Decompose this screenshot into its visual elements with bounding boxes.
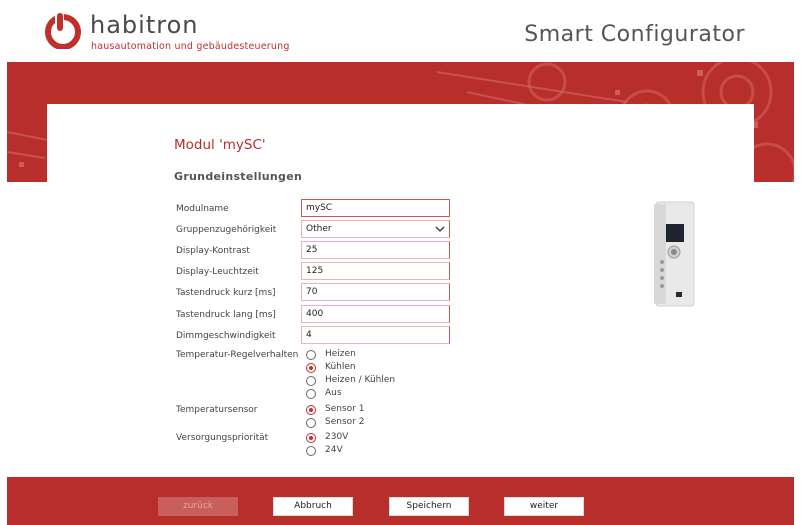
modulname-input[interactable]: mySC — [301, 199, 450, 217]
field-label-dimm: Dimmgeschwindigkeit — [176, 331, 276, 341]
radio-label: Sensor 1 — [325, 404, 365, 414]
next-button[interactable]: weiter — [504, 497, 584, 516]
back-button[interactable]: zurück — [158, 497, 238, 516]
field-label-temperatursensor: Temperatursensor — [176, 405, 258, 415]
radio-button[interactable] — [306, 376, 316, 386]
field-label-leuchtzeit: Display-Leuchtzeit — [176, 267, 259, 277]
section-title: Grundeinstellungen — [174, 170, 303, 183]
gruppe-select[interactable]: Other — [301, 220, 450, 238]
module-title: Modul 'mySC' — [174, 137, 266, 153]
field-label-regelverhalten: Temperatur-Regelverhalten — [176, 350, 299, 360]
brand-name: habitron — [90, 11, 199, 39]
radio-label: Sensor 2 — [325, 417, 365, 427]
gruppe-select-value: Other — [306, 224, 332, 234]
display-leuchtzeit-input[interactable]: 125 — [301, 262, 450, 280]
field-label-versorgung: Versorgungspriorität — [176, 433, 269, 443]
brand-tagline: hausautomation und gebäudesteuerung — [91, 41, 290, 52]
app-title: Smart Configurator — [524, 22, 745, 47]
display-kontrast-input[interactable]: 25 — [301, 241, 450, 259]
chevron-down-icon — [435, 226, 445, 232]
radio-label: 230V — [325, 432, 349, 442]
radio-label: Heizen / Kühlen — [325, 375, 396, 385]
radio-label: Kühlen — [325, 362, 356, 372]
radio-button[interactable] — [306, 350, 316, 360]
habitron-logo-icon — [45, 13, 81, 49]
radio-button[interactable] — [306, 363, 316, 373]
tastendruck-kurz-input[interactable]: 70 — [301, 283, 450, 301]
dimmgeschwindigkeit-input[interactable]: 4 — [301, 326, 450, 344]
radio-button[interactable] — [306, 389, 316, 399]
field-label-gruppe: Gruppenzugehörigkeit — [176, 225, 277, 235]
app-header: habitron hausautomation und gebäudesteue… — [0, 0, 801, 62]
radio-label: Heizen — [325, 349, 356, 359]
field-label-kurz: Tastendruck kurz [ms] — [176, 288, 276, 298]
field-label-lang: Tastendruck lang [ms] — [176, 310, 276, 320]
field-label-modulname: Modulname — [176, 204, 229, 214]
radio-button[interactable] — [306, 446, 316, 456]
radio-button[interactable] — [306, 405, 316, 415]
field-label-kontrast: Display-Kontrast — [176, 246, 250, 256]
radio-button[interactable] — [306, 433, 316, 443]
cancel-button[interactable]: Abbruch — [273, 497, 353, 516]
tastendruck-lang-input[interactable]: 400 — [301, 305, 450, 323]
radio-button[interactable] — [306, 418, 316, 428]
device-image — [654, 201, 695, 307]
radio-label: 24V — [325, 445, 343, 455]
save-button[interactable]: Speichern — [389, 497, 469, 516]
radio-label: Aus — [325, 388, 342, 398]
